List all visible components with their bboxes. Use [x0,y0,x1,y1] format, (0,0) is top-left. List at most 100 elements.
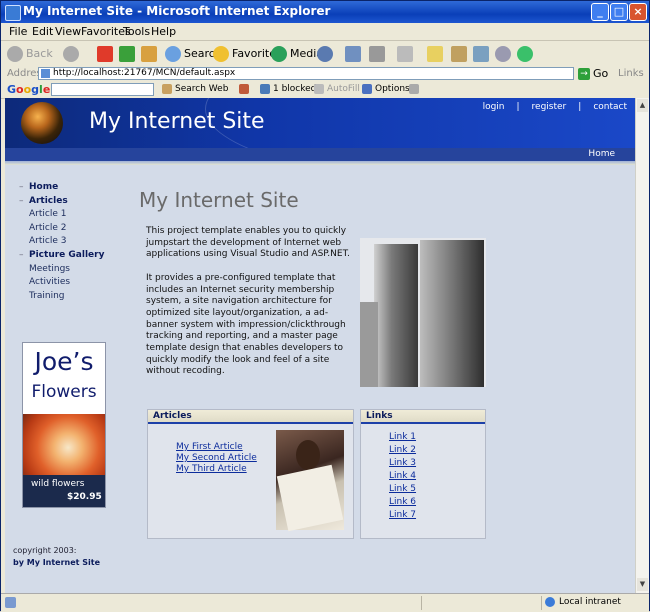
tower-left [374,244,418,387]
standard-toolbar: Back Search Favorites Media [1,41,649,67]
mail-button[interactable] [345,44,364,63]
link-1[interactable]: Link 1 [389,432,416,442]
links-title: Links [366,411,393,421]
scroll-down-arrow-icon[interactable]: ▼ [637,578,648,591]
home-button[interactable] [141,44,160,63]
news-icon [239,84,249,94]
scroll-up-arrow-icon[interactable]: ▲ [637,99,648,112]
link-7[interactable]: Link 7 [389,510,416,520]
discuss-button[interactable] [427,44,446,63]
research-icon [473,45,489,62]
forward-arrow-icon [63,45,79,62]
links-box: Links Link 1 Link 2 Link 3 Link 4 Link 5… [360,409,486,539]
link-4[interactable]: Link 4 [389,471,416,481]
newspaper [276,464,344,532]
menu-view[interactable]: View [55,25,81,38]
media-button[interactable]: Media [271,44,323,63]
address-input[interactable]: http://localhost:21767/MCN/default.aspx [38,67,574,80]
autofill-icon [314,84,324,94]
popup-blocker-button[interactable]: 1 blocked [260,84,316,94]
search-web-button[interactable]: Search Web [162,84,228,94]
left-navigation: – Home – Articles Article 1 Article 2 Arti… [13,182,123,304]
login-link[interactable]: login [483,102,505,112]
pencil-button[interactable] [409,84,422,94]
status-divider [541,596,542,610]
nav-item-article-3[interactable]: Article 3 [13,236,123,250]
minimize-button[interactable]: _ [591,3,609,21]
nav-item-article-1[interactable]: Article 1 [13,209,123,223]
security-zone: Local intranet [545,597,621,607]
menu-help[interactable]: Help [151,25,176,38]
nav-dash: – [19,249,24,260]
copyright-owner: by My Internet Site [13,558,101,567]
nav-item-picture-gallery[interactable]: – Picture Gallery [13,250,123,264]
article-link-1[interactable]: My First Article [176,442,243,452]
breadcrumb-home-link[interactable]: Home [588,148,615,161]
mail-icon [345,45,361,62]
pagerank-button[interactable] [239,84,252,94]
history-button[interactable] [317,44,336,63]
messenger-people-button[interactable] [517,44,536,63]
link-3[interactable]: Link 3 [389,458,416,468]
maximize-button[interactable]: □ [610,3,628,21]
link-2[interactable]: Link 2 [389,445,416,455]
google-search-input[interactable] [51,83,154,96]
nav-item-articles[interactable]: – Articles [13,196,123,210]
search-icon [165,45,181,62]
stop-icon [97,45,113,62]
links-toolbar[interactable]: Links [618,68,644,79]
options-button[interactable]: Options [362,84,410,94]
go-arrow-icon: → [578,67,590,80]
nav-label: Home [29,182,59,192]
separator: | [516,102,520,112]
back-button[interactable]: Back [7,44,53,63]
link-5[interactable]: Link 5 [389,484,416,494]
edit-button[interactable] [397,44,416,63]
nav-item-meetings[interactable]: Meetings [13,264,123,278]
back-arrow-icon [7,45,23,62]
register-link[interactable]: register [532,102,567,112]
nav-label: Activities [29,277,71,288]
refresh-button[interactable] [119,44,138,63]
nav-item-training[interactable]: Training [13,291,123,305]
history-icon [317,45,333,62]
flowers-ad-banner[interactable]: Joe’s Flowers wild flowers $20.95 [22,342,106,508]
nav-item-activities[interactable]: Activities [13,277,123,291]
page-title: My Internet Site [139,188,299,212]
nav-item-article-2[interactable]: Article 2 [13,223,123,237]
chat-button[interactable] [495,44,514,63]
article-link-3[interactable]: My Third Article [176,464,247,474]
ad-tagline: wild flowers [31,479,85,489]
page-viewport: My Internet Site login | register | cont… [5,98,635,593]
forward-button[interactable] [63,44,82,63]
research-button[interactable] [473,44,492,63]
close-button[interactable]: × [629,3,647,21]
nav-item-home[interactable]: – Home [13,182,123,196]
menu-edit[interactable]: Edit [32,25,53,38]
link-6[interactable]: Link 6 [389,497,416,507]
man-head [296,440,320,470]
menu-file[interactable]: File [9,25,27,38]
contact-link[interactable]: contact [593,102,627,112]
refresh-icon [119,45,135,62]
nav-label: Training [29,290,65,301]
article-link-2[interactable]: My Second Article [176,453,257,463]
options-icon [362,84,372,94]
menu-tools[interactable]: Tools [123,25,150,38]
stop-button[interactable] [97,44,116,63]
print-button[interactable] [369,44,388,63]
go-button[interactable]: → Go [578,67,608,80]
google-logo[interactable]: Google [7,83,50,96]
vertical-scrollbar[interactable]: ▲ ▼ [635,98,649,593]
messenger-button[interactable] [451,44,470,63]
google-toolbar: Google Search Web 1 blocked AutoFill Opt… [1,82,649,99]
nav-label: Article 1 [29,209,67,220]
nav-dash: – [19,195,24,206]
status-bar: Local intranet [1,593,649,612]
intro-text: This project template enables you to qui… [146,226,353,390]
autofill-button[interactable]: AutoFill [314,84,360,94]
links-header: Links [361,410,485,424]
tower-low [360,302,378,387]
breadcrumb-strip: Home [5,148,635,161]
home-icon [141,45,157,62]
